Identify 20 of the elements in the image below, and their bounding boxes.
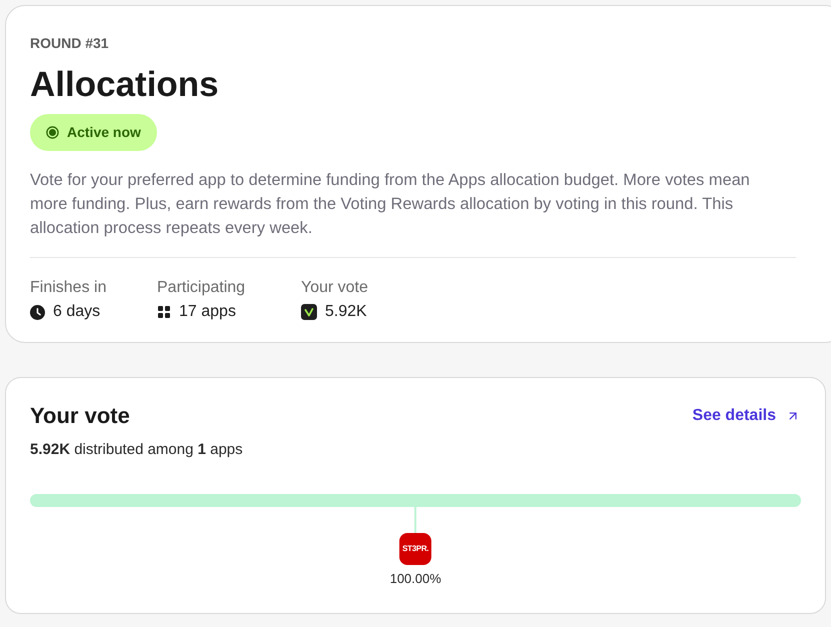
round-description: Vote for your preferred app to determine funding from the Apps allocation budget. More votes mean more funding. Plus, earn rewards from the Voting Rewards allocation by voting in this round. This allocation process repeats every week. [30,170,751,239]
app-share-percent: 100.00% [390,571,442,587]
vote-summary: 5.92K distributed among 1 apps [30,440,243,460]
round-label: ROUND #31 [30,34,109,52]
status-label: Active now [67,123,141,142]
section-title: Your vote [30,402,130,430]
page-title: Allocations [30,65,219,105]
clock-icon [30,304,45,320]
stat-value: 5.92K [325,302,367,322]
stat-label: Participating [157,278,246,298]
app-logo[interactable]: ST3PR. [400,533,432,565]
stat-value: 6 days [53,302,100,322]
stat-value: 17 apps [179,302,236,322]
stat-label: Finishes in [30,278,106,298]
stat-label: Your vote [301,278,368,298]
grid-icon [158,306,170,318]
checkmark-tile-icon [301,304,317,320]
status-dot-icon [46,126,59,139]
see-details-link[interactable]: See details [692,404,800,428]
connector-line [414,507,416,533]
